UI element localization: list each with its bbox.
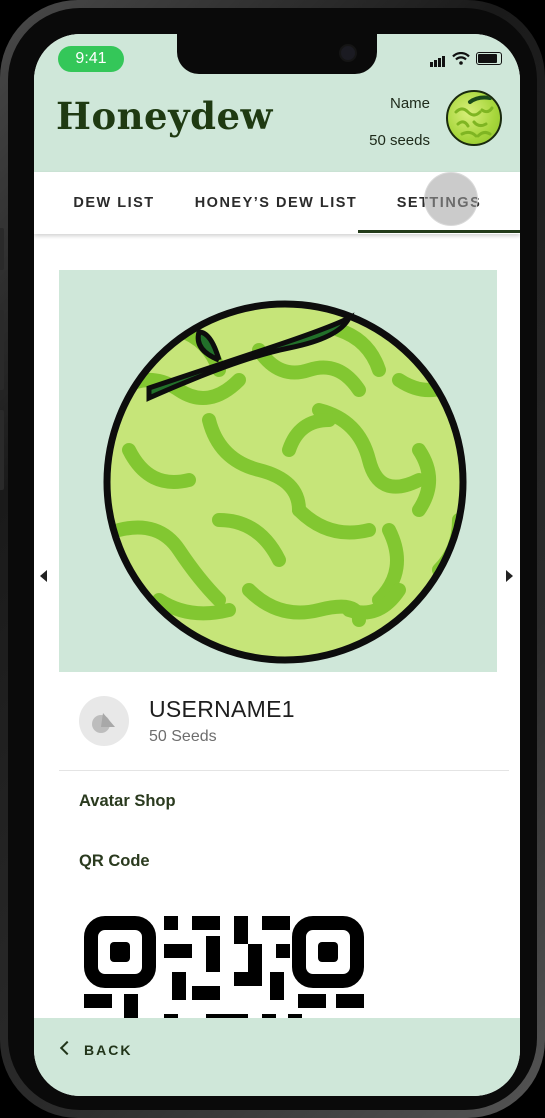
volume-down-button <box>0 410 4 490</box>
app-logo: Honeydew <box>56 94 273 138</box>
tab-honeys-dew-list[interactable]: HONEY’S DEW LIST <box>194 172 358 234</box>
avatar-preview <box>59 270 497 672</box>
chevron-right-icon[interactable] <box>506 570 513 582</box>
melon-avatar-image <box>103 300 467 664</box>
status-icons <box>430 49 502 67</box>
profile-username: USERNAME1 <box>149 696 295 722</box>
profile-row: USERNAME1 50 Seeds <box>59 672 509 771</box>
screen: Honeydew Name 50 seeds 9:41 DEW LIST HON… <box>34 34 520 1096</box>
back-chevron-icon <box>59 1040 75 1056</box>
profile-seed-count: 50 Seeds <box>149 728 217 745</box>
footer-bar: BACK <box>34 1018 520 1096</box>
tab-active-indicator <box>358 230 520 233</box>
touch-indicator <box>424 172 478 226</box>
tab-dew-list[interactable]: DEW LIST <box>34 172 194 234</box>
header-seed-count: 50 seeds <box>369 132 430 149</box>
mute-switch <box>0 228 4 270</box>
chevron-left-icon[interactable] <box>40 570 47 582</box>
volume-up-button <box>0 310 4 390</box>
avatar-placeholder-icon <box>79 696 129 746</box>
avatar-shop-link[interactable]: Avatar Shop <box>79 792 176 811</box>
front-camera <box>339 44 357 62</box>
back-button[interactable]: BACK <box>59 1040 133 1058</box>
signal-icon <box>430 49 446 67</box>
header-avatar[interactable] <box>446 90 502 146</box>
header-user-name: Name <box>389 95 430 112</box>
back-label: BACK <box>84 1042 133 1058</box>
qr-code-link[interactable]: QR Code <box>79 852 150 871</box>
battery-icon <box>476 51 502 65</box>
wifi-icon <box>452 51 470 65</box>
status-time: 9:41 <box>58 46 124 72</box>
notch <box>177 34 377 74</box>
phone-frame: Honeydew Name 50 seeds 9:41 DEW LIST HON… <box>0 0 545 1118</box>
